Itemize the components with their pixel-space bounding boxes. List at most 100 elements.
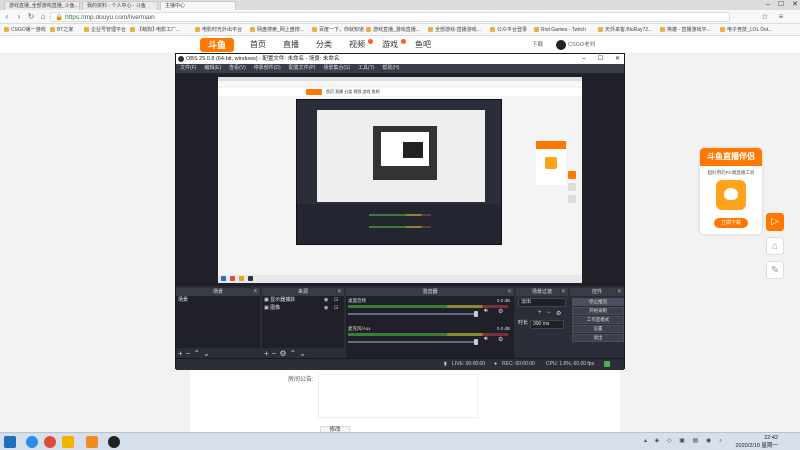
close-icon[interactable]: ✕ (792, 0, 798, 10)
nav-fishbar[interactable]: 鱼吧 (415, 39, 431, 51)
windows-start-icon[interactable] (4, 436, 16, 448)
volume-slider-handle[interactable] (474, 339, 478, 345)
studio-mode-button[interactable]: 工作室模式 (572, 316, 624, 324)
gear-icon[interactable]: ⚙ (498, 336, 503, 343)
bookmark-item[interactable]: 企业号管理平台 (84, 26, 126, 34)
browser-tab-active[interactable]: 主播中心 (160, 1, 236, 10)
speaker-icon[interactable]: 🔊︎ (484, 308, 488, 315)
home-icon[interactable]: ⌂ (38, 12, 48, 22)
nav-live[interactable]: 直播 (283, 39, 299, 51)
dock-float-icon[interactable]: ⇱ (508, 288, 512, 296)
star-icon[interactable]: ☆ (760, 12, 770, 22)
visibility-icon[interactable]: ◉ (324, 297, 328, 303)
bookmark-item[interactable]: 游戏直播_游戏直播... (366, 26, 420, 34)
address-bar[interactable]: 🔒 https://mp.douyu.com/live/main (50, 12, 730, 22)
settings-icon[interactable]: ⚙ (279, 349, 289, 358)
down-icon[interactable]: ⌄ (299, 349, 309, 358)
menu-view[interactable]: 查看(V) (229, 65, 246, 71)
clock[interactable]: 22:42 2020/2/10 星期一 (736, 434, 779, 450)
feedback-icon[interactable]: ✎ (766, 261, 784, 279)
nav-home[interactable]: 首页 (250, 39, 266, 51)
bookmark-item[interactable]: 电影时光外出平台 (195, 26, 242, 34)
nav-games[interactable]: 游戏 (382, 39, 398, 51)
bookmark-item[interactable]: 网盘搜索_网上盘搜... (250, 26, 304, 34)
duration-input[interactable]: 300 ms (530, 320, 564, 329)
reload-icon[interactable]: ↻ (26, 12, 36, 22)
announcement-input[interactable] (318, 374, 478, 418)
source-item[interactable]: ▣ 显示器捕获 (264, 297, 295, 304)
dock-float-icon[interactable]: ⇱ (254, 288, 258, 296)
transition-select[interactable]: 淡出 (518, 298, 566, 307)
volume-slider[interactable] (348, 341, 478, 343)
browser-tab[interactable]: 游戏直播_全部游戏直播_斗鱼... (4, 1, 80, 10)
dock-float-icon[interactable]: ⇱ (562, 288, 566, 296)
avatar[interactable] (556, 40, 566, 50)
folder-icon[interactable] (62, 436, 74, 448)
bookmark-item[interactable]: 英雄 - 直播游戏平... (660, 26, 711, 34)
maximize-icon[interactable]: ☐ (778, 0, 784, 10)
system-tray[interactable]: ▴ ◈ ◇ ▣ ▤ ◉ ♪ (644, 437, 725, 444)
bookmark-item[interactable]: 天外来客,BluRay72... (598, 26, 652, 34)
menu-tools[interactable]: 工具(T) (358, 65, 374, 71)
stop-streaming-button[interactable]: 停止推流 (572, 298, 624, 306)
companion-promo[interactable]: 斗鱼直播伴侣 超好用的PC端直播工具 立即下载 (700, 148, 762, 234)
volume-slider-handle[interactable] (474, 311, 478, 317)
bookmark-item[interactable]: 百度一下，你就知道 (312, 26, 364, 34)
douyu-logo[interactable]: 斗鱼 (200, 38, 234, 52)
menu-profile[interactable]: 配置文件(P) (289, 65, 316, 71)
bookmark-item[interactable]: 电子竞技_LOL Dot... (720, 26, 772, 34)
add-icon[interactable]: + (538, 310, 542, 316)
source-item[interactable]: ▣ 图像 (264, 305, 280, 312)
down-icon[interactable]: ⌄ (203, 349, 213, 358)
play-icon[interactable]: ▷ (766, 213, 784, 231)
up-icon[interactable]: ⌃ (290, 349, 300, 358)
start-recording-button[interactable]: 开始录制 (572, 307, 624, 315)
bookmark-item[interactable]: 公众平台登录 (490, 26, 527, 34)
scene-item[interactable]: 场景 (178, 297, 188, 304)
home-icon[interactable]: ⌂ (766, 237, 784, 255)
ie-icon[interactable] (26, 436, 38, 448)
douyu-companion-icon[interactable] (86, 436, 98, 448)
gear-icon[interactable]: ⚙ (556, 310, 561, 317)
visibility-icon[interactable]: ◉ (324, 305, 328, 311)
browser-tab[interactable]: 我的资料 - 个人中心 - 斗鱼 (82, 1, 158, 10)
remove-icon[interactable]: − (547, 310, 551, 316)
gear-icon[interactable]: ⚙ (498, 308, 503, 315)
obs-taskbar-icon[interactable] (108, 436, 120, 448)
nav-video[interactable]: 视频 (349, 39, 365, 51)
download-button[interactable]: 立即下载 (714, 218, 748, 228)
bookmark-item[interactable]: 全部游戏-直播游戏... (428, 26, 481, 34)
maximize-icon[interactable]: ☐ (598, 54, 603, 64)
bookmark-item[interactable]: Riot Games - Twitch (534, 26, 586, 34)
exit-button[interactable]: 退出 (572, 334, 624, 342)
menu-help[interactable]: 帮助(H) (382, 65, 399, 71)
speaker-icon[interactable]: 🔊︎ (484, 336, 488, 343)
bookmark-item[interactable]: CSGO第一游戏 (4, 26, 46, 34)
menu-edit[interactable]: 编辑(E) (204, 65, 221, 71)
minimize-icon[interactable]: – (582, 54, 585, 64)
dock-float-icon[interactable]: ⇱ (338, 288, 342, 296)
bookmark-item[interactable]: 【萌狗】·电影工厂... (130, 26, 180, 34)
dock-float-icon[interactable]: ⇱ (618, 288, 622, 296)
menu-icon[interactable]: ≡ (776, 12, 786, 22)
obs-titlebar[interactable]: OBS 25.0.8 (64-bit, windows) - 配置文件: 未命名… (176, 54, 624, 64)
forward-icon[interactable]: › (14, 12, 24, 22)
close-icon[interactable]: ✕ (615, 54, 620, 64)
nav-category[interactable]: 分类 (316, 39, 332, 51)
lock-icon[interactable]: ⊡ (334, 297, 338, 303)
menu-file[interactable]: 文件(F) (180, 65, 196, 71)
browser-icon[interactable] (44, 436, 56, 448)
username[interactable]: CSGO老刘 (568, 40, 595, 50)
download-link[interactable]: 下载 (532, 40, 543, 50)
lock-icon[interactable]: ⊡ (334, 305, 338, 311)
up-icon[interactable]: ⌃ (193, 349, 203, 358)
obs-preview-area[interactable]: 首页 直播 分类 视频 游戏 鱼吧 (176, 73, 624, 286)
menu-scene-collection[interactable]: 场景集合(S) (323, 65, 350, 71)
volume-slider[interactable] (348, 313, 478, 315)
settings-button[interactable]: 设置 (572, 325, 624, 333)
bookmark-item[interactable]: BT之家 (50, 26, 73, 34)
minimize-icon[interactable]: – (766, 0, 770, 10)
menu-docks[interactable]: 停靠部件(D) (254, 65, 281, 71)
back-icon[interactable]: ‹ (2, 12, 12, 22)
add-icon[interactable]: + (264, 349, 272, 358)
